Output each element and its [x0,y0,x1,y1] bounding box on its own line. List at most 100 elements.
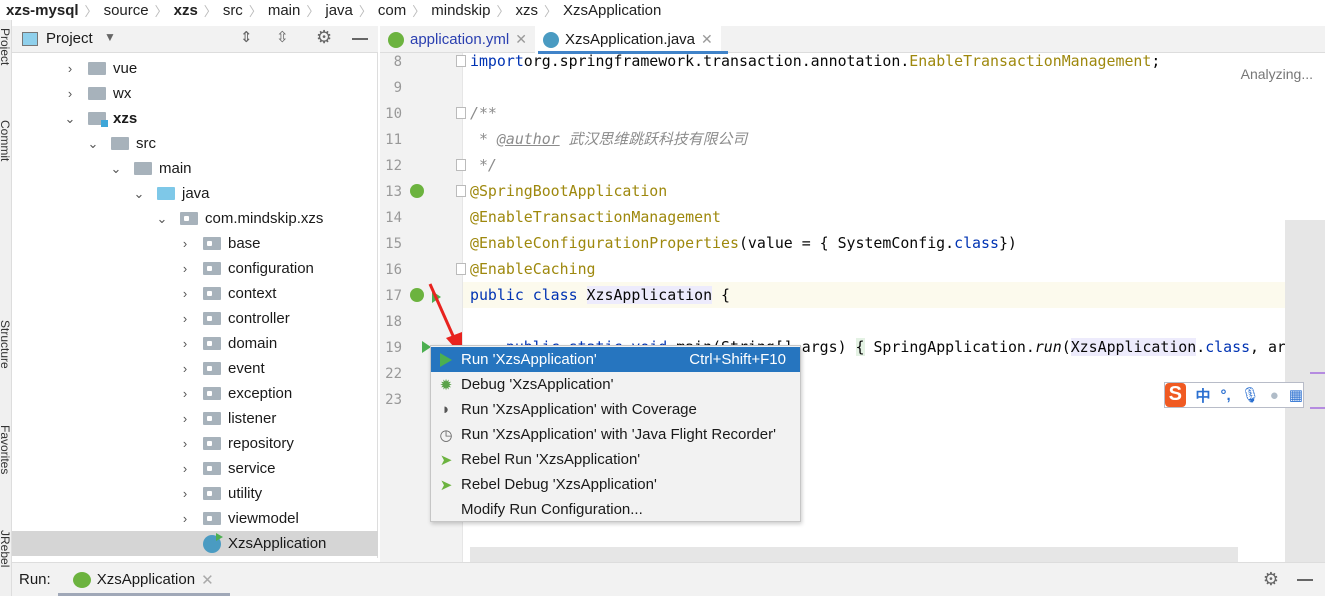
tree-item[interactable]: › context [12,281,378,306]
chevron-right-icon[interactable]: › [179,461,191,476]
tree-item[interactable]: ⌄ xzs [12,106,378,131]
breadcrumb-item[interactable]: com [372,2,412,19]
tree-item[interactable]: › exception [12,381,378,406]
line-number: 22 [385,366,402,382]
menu-item[interactable]: ➤ Rebel Run 'XzsApplication' [431,447,800,472]
chevron-right-icon[interactable]: › [179,311,191,326]
chevron-down-icon[interactable]: ⌄ [133,186,145,202]
microphone-icon[interactable]: 🎙 [1241,386,1260,404]
stripe-jrebel[interactable]: JRebel [0,530,12,567]
tree-item[interactable]: › service [12,456,378,481]
grid-menu-icon[interactable]: ▦ [1289,386,1303,404]
breadcrumb-item[interactable]: main [262,2,307,19]
run-tab-xzsapplication[interactable]: XzsApplication [97,571,195,588]
chevron-right-icon[interactable]: › [179,386,191,401]
menu-item-label: Modify Run Configuration... [461,501,643,518]
breadcrumb-item[interactable]: XzsApplication [557,2,667,19]
source-folder-icon [157,187,175,200]
menu-item[interactable]: ➤ Rebel Debug 'XzsApplication' [431,472,800,497]
tree-item[interactable]: ⌄ main [12,156,378,181]
tree-item[interactable]: › repository [12,431,378,456]
line-number: 12 [385,158,402,174]
tree-item-label: controller [228,310,290,327]
horizontal-scrollbar[interactable] [470,547,1238,562]
breadcrumb-item[interactable]: src [217,2,249,19]
breadcrumb-item[interactable]: xzs [509,2,544,19]
tree-item[interactable]: ⌄ src [12,131,378,156]
rebel-debug-icon: ➤ [439,476,453,494]
chevron-down-icon[interactable]: ⌄ [110,161,122,177]
ime-mode[interactable]: 中 [1196,385,1211,406]
tree-item[interactable]: › wx [12,81,378,106]
ime-punctuation[interactable]: °, [1221,387,1231,404]
breadcrumb-separator-icon: 〉 [203,3,217,19]
tree-item-label: src [136,135,156,152]
stripe-favorites[interactable]: Favorites [0,425,12,474]
chevron-right-icon[interactable]: › [179,411,191,426]
chevron-right-icon[interactable]: › [179,511,191,526]
package-icon [203,262,221,275]
chevron-right-icon[interactable]: › [179,361,191,376]
profiler-icon: ◷ [439,426,453,444]
chevron-right-icon[interactable]: › [64,86,76,101]
breadcrumb-separator-icon: 〉 [358,3,372,19]
tree-item-label: context [228,285,277,302]
code-token: /** [470,104,497,122]
tree-item[interactable]: › utility [12,481,378,506]
chevron-right-icon[interactable]: › [179,436,191,451]
tab-xzsapplication-java[interactable]: XzsApplication.java ✕ [534,26,721,53]
run-tool-window-bar: Run: XzsApplication ✕ ⚙ [12,562,1325,596]
menu-item[interactable]: ◷ Run 'XzsApplication' with 'Java Flight … [431,422,800,447]
project-view-selector[interactable]: Project [46,30,93,47]
code-token: @EnableConfigurationProperties [470,234,739,252]
tree-item[interactable]: › listener [12,406,378,431]
tree-item[interactable]: ⌄ java [12,181,378,206]
stripe-commit[interactable]: Commit [0,120,12,161]
collapse-all-icon[interactable]: ⇳ [276,28,289,46]
menu-item[interactable]: ◗ Run 'XzsApplication' with Coverage [431,397,800,422]
chevron-right-icon[interactable]: › [179,286,191,301]
tree-item[interactable]: › controller [12,306,378,331]
menu-item[interactable]: ✹ Debug 'XzsApplication' [431,372,800,397]
minimize-icon[interactable] [1297,578,1313,581]
expand-all-icon[interactable]: ⇕ [240,28,253,46]
breadcrumb-item[interactable]: source [98,2,155,19]
tool-window-stripe: Project Commit Structure Favorites JRebe… [0,20,12,596]
chevron-right-icon[interactable]: › [179,261,191,276]
menu-item[interactable]: Run 'XzsApplication' Ctrl+Shift+F10 [431,347,800,372]
stripe-structure[interactable]: Structure [0,320,12,369]
tree-item[interactable]: XzsApplication [12,531,378,556]
chevron-down-icon[interactable]: ⌄ [64,111,76,127]
tree-item[interactable]: › viewmodel [12,506,378,531]
chevron-right-icon[interactable]: › [179,236,191,251]
chevron-right-icon[interactable]: › [179,336,191,351]
chevron-down-icon[interactable]: ⌄ [87,136,99,152]
stripe-project[interactable]: Project [0,28,12,65]
chevron-down-icon[interactable]: ▼ [104,30,116,44]
user-icon[interactable]: ● [1270,387,1279,404]
chevron-down-icon[interactable]: ⌄ [156,211,168,227]
menu-item-label: Run 'XzsApplication' with Coverage [461,401,697,418]
chevron-right-icon[interactable]: › [64,61,76,76]
minimize-icon[interactable] [352,38,368,40]
chevron-right-icon[interactable]: › [179,486,191,501]
close-icon[interactable]: ✕ [201,571,214,589]
tree-item-label: java [182,185,210,202]
close-icon[interactable]: ✕ [515,31,527,48]
tree-item[interactable]: › event [12,356,378,381]
menu-item[interactable]: Modify Run Configuration... [431,497,800,522]
breadcrumb-item[interactable]: java [319,2,359,19]
tree-item[interactable]: › base [12,231,378,256]
tab-application-yml[interactable]: application.yml ✕ [380,26,535,53]
breadcrumb-item[interactable]: mindskip [425,2,496,19]
tree-item[interactable]: › domain [12,331,378,356]
gear-icon[interactable]: ⚙ [316,27,332,48]
breadcrumb-item[interactable]: xzs [168,2,204,19]
tree-item[interactable]: › configuration [12,256,378,281]
close-icon[interactable]: ✕ [701,31,713,48]
gear-icon[interactable]: ⚙ [1263,569,1279,590]
tree-item[interactable]: ⌄ com.mindskip.xzs [12,206,378,231]
spring-bean-icon[interactable] [410,184,424,198]
tree-item[interactable]: › vue [12,56,378,81]
breadcrumb-item[interactable]: xzs-mysql [0,2,85,19]
